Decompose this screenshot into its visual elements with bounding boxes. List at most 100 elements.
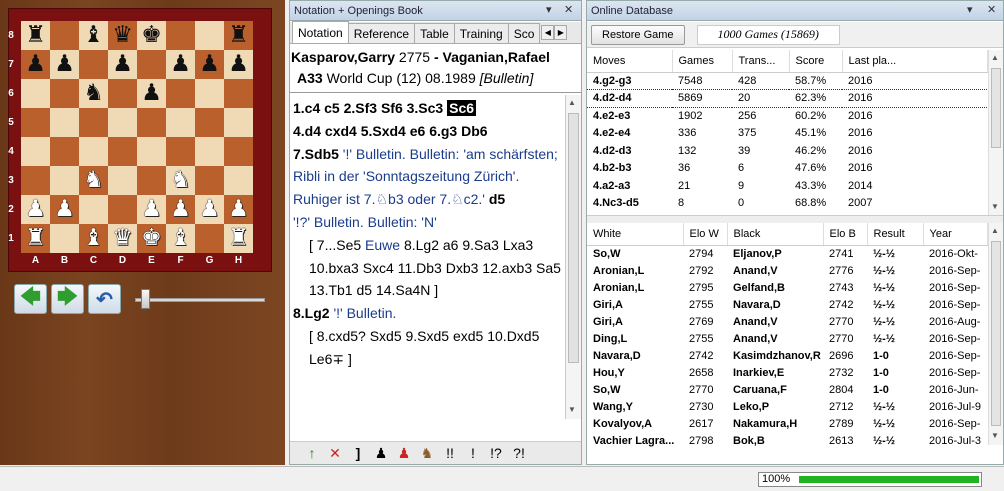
- white-pawn-icon[interactable]: ♟: [199, 198, 220, 221]
- tab-table[interactable]: Table: [414, 23, 455, 43]
- square-c1[interactable]: ♝: [79, 224, 108, 253]
- white-pawn-icon[interactable]: ♟: [54, 198, 75, 221]
- table-row[interactable]: 4.e2-e3 1902 256 60.2% 2016: [587, 107, 987, 125]
- square-e8[interactable]: ♚: [137, 21, 166, 50]
- table-row[interactable]: Wang,Y 2730 Leko,P 2712 ½-½ 2016-Jul-9: [587, 398, 987, 415]
- square-h4[interactable]: [224, 137, 253, 166]
- square-a1[interactable]: ♜: [21, 224, 50, 253]
- current-move[interactable]: Sc6: [447, 100, 477, 116]
- table-row[interactable]: Vachier Lagra... 2798 Bok,B 2613 ½-½ 2016-Jul…: [587, 432, 987, 449]
- black-pawn-icon[interactable]: ♟: [54, 53, 75, 76]
- tab-scroll-right-icon[interactable]: ▶: [554, 25, 568, 40]
- black-player[interactable]: Vaganian,Rafael: [443, 49, 550, 65]
- close-icon[interactable]: ✕: [564, 3, 573, 16]
- scroll-down-icon[interactable]: ▼: [991, 202, 999, 211]
- column-header[interactable]: Year: [923, 223, 988, 246]
- white-pawn-icon[interactable]: ♟: [170, 198, 191, 221]
- table-row[interactable]: 4.g2-g3 7548 428 58.7% 2016: [587, 72, 987, 90]
- column-header[interactable]: Elo B: [823, 223, 868, 246]
- square-h7[interactable]: ♟: [224, 50, 253, 79]
- square-d4[interactable]: [108, 137, 137, 166]
- white-bishop-icon[interactable]: ♝: [170, 227, 191, 250]
- scroll-thumb[interactable]: [568, 113, 579, 363]
- tab-training[interactable]: Training: [453, 23, 509, 43]
- square-d7[interactable]: ♟: [108, 50, 137, 79]
- column-header[interactable]: Score: [789, 50, 843, 73]
- chess-board[interactable]: ♜ ♝ ♛ ♚ ♜ ♟ ♟ ♟ ♟ ♟ ♟ ♞ ♟ ♞ ♞ ♟ ♟ ♟ ♟ ♟ ♟ ♜ ♝ ♛ ♚ ♝ ♜: [21, 21, 253, 253]
- back-arrow-button[interactable]: 🡄: [14, 284, 47, 314]
- black-pawn-icon[interactable]: ♟: [25, 53, 46, 76]
- table-row[interactable]: So,W 2770 Caruana,F 2804 1-0 2016-Jun-: [587, 381, 987, 398]
- square-a8[interactable]: ♜: [21, 21, 50, 50]
- white-pawn-icon[interactable]: ♟: [228, 198, 249, 221]
- square-b1[interactable]: [50, 224, 79, 253]
- square-d2[interactable]: [108, 195, 137, 224]
- white-king-icon[interactable]: ♚: [141, 227, 162, 250]
- white-rook-icon[interactable]: ♜: [25, 227, 46, 250]
- table-row[interactable]: 4.b2-b3 36 6 47.6% 2016: [587, 160, 987, 178]
- square-e2[interactable]: ♟: [137, 195, 166, 224]
- square-c2[interactable]: [79, 195, 108, 224]
- square-c3[interactable]: ♞: [79, 166, 108, 195]
- scroll-up-icon[interactable]: ▲: [991, 226, 999, 235]
- square-b3[interactable]: [50, 166, 79, 195]
- column-header[interactable]: White: [587, 223, 684, 246]
- square-a3[interactable]: [21, 166, 50, 195]
- tab-notation[interactable]: Notation: [292, 21, 349, 43]
- table-row[interactable]: Giri,A 2769 Anand,V 2770 ½-½ 2016-Aug-: [587, 313, 987, 330]
- white-pawn-icon[interactable]: ♟: [141, 198, 162, 221]
- scroll-down-icon[interactable]: ▼: [568, 405, 576, 414]
- square-e4[interactable]: [137, 137, 166, 166]
- games-scrollbar[interactable]: ▲ ▼: [988, 223, 1003, 445]
- square-a6[interactable]: [21, 79, 50, 108]
- square-f2[interactable]: ♟: [166, 195, 195, 224]
- black-rook-icon[interactable]: ♜: [228, 24, 249, 47]
- black-rook-icon[interactable]: ♜: [25, 24, 46, 47]
- moves-line-1[interactable]: 1.c4 c5 2.Sf3 Sf6 3.Sc3: [293, 100, 447, 116]
- close-icon[interactable]: ✕: [987, 3, 996, 16]
- square-g6[interactable]: [195, 79, 224, 108]
- column-header[interactable]: Result: [867, 223, 924, 246]
- table-row[interactable]: Hou,Y 2658 Inarkiev,E 2732 1-0 2016-Sep-: [587, 364, 987, 381]
- black-queen-icon[interactable]: ♛: [112, 24, 133, 47]
- scroll-up-icon[interactable]: ▲: [991, 53, 999, 62]
- square-d3[interactable]: [108, 166, 137, 195]
- table-row[interactable]: Kovalyov,A 2617 Nakamura,H 2789 ½-½ 2016-Sep-: [587, 415, 987, 432]
- table-row[interactable]: So,W 2794 Eljanov,P 2741 ½-½ 2016-Okt-: [587, 245, 987, 262]
- square-f1[interactable]: ♝: [166, 224, 195, 253]
- red-pawn-icon[interactable]: ♟: [394, 445, 414, 462]
- scroll-up-icon[interactable]: ▲: [568, 98, 576, 107]
- square-a5[interactable]: [21, 108, 50, 137]
- notation-scrollbar[interactable]: ▲ ▼: [565, 95, 581, 419]
- column-header[interactable]: Last pla...: [842, 50, 988, 73]
- table-row[interactable]: Aronian,L 2795 Gelfand,B 2743 ½-½ 2016-Sep-: [587, 279, 987, 296]
- dropdown-icon[interactable]: ▾: [546, 3, 552, 16]
- square-d5[interactable]: [108, 108, 137, 137]
- square-d1[interactable]: ♛: [108, 224, 137, 253]
- moves-splitter[interactable]: [587, 215, 1003, 223]
- square-c7[interactable]: [79, 50, 108, 79]
- black-king-icon[interactable]: ♚: [141, 24, 162, 47]
- tab-score[interactable]: Sco: [507, 23, 541, 43]
- square-f8[interactable]: [166, 21, 195, 50]
- table-row[interactable]: 4.d2-d4 5869 20 62.3% 2016: [587, 89, 987, 108]
- square-g1[interactable]: [195, 224, 224, 253]
- forward-arrow-button[interactable]: 🡆: [51, 284, 84, 314]
- square-h2[interactable]: ♟: [224, 195, 253, 224]
- table-row[interactable]: 4.a2-a3 21 9 43.3% 2014: [587, 177, 987, 195]
- square-f3[interactable]: ♞: [166, 166, 195, 195]
- square-g3[interactable]: [195, 166, 224, 195]
- square-d6[interactable]: [108, 79, 137, 108]
- square-a7[interactable]: ♟: [21, 50, 50, 79]
- square-f7[interactable]: ♟: [166, 50, 195, 79]
- square-c4[interactable]: [79, 137, 108, 166]
- white-bishop-icon[interactable]: ♝: [83, 227, 104, 250]
- promote-variation-icon[interactable]: ↑: [302, 445, 322, 461]
- column-header[interactable]: Black: [727, 223, 824, 246]
- tab-reference[interactable]: Reference: [347, 23, 416, 43]
- move-d5[interactable]: d5: [489, 191, 505, 207]
- square-h8[interactable]: ♜: [224, 21, 253, 50]
- white-knight-icon[interactable]: ♞: [83, 169, 104, 192]
- square-e5[interactable]: [137, 108, 166, 137]
- speed-slider-track[interactable]: [135, 298, 265, 302]
